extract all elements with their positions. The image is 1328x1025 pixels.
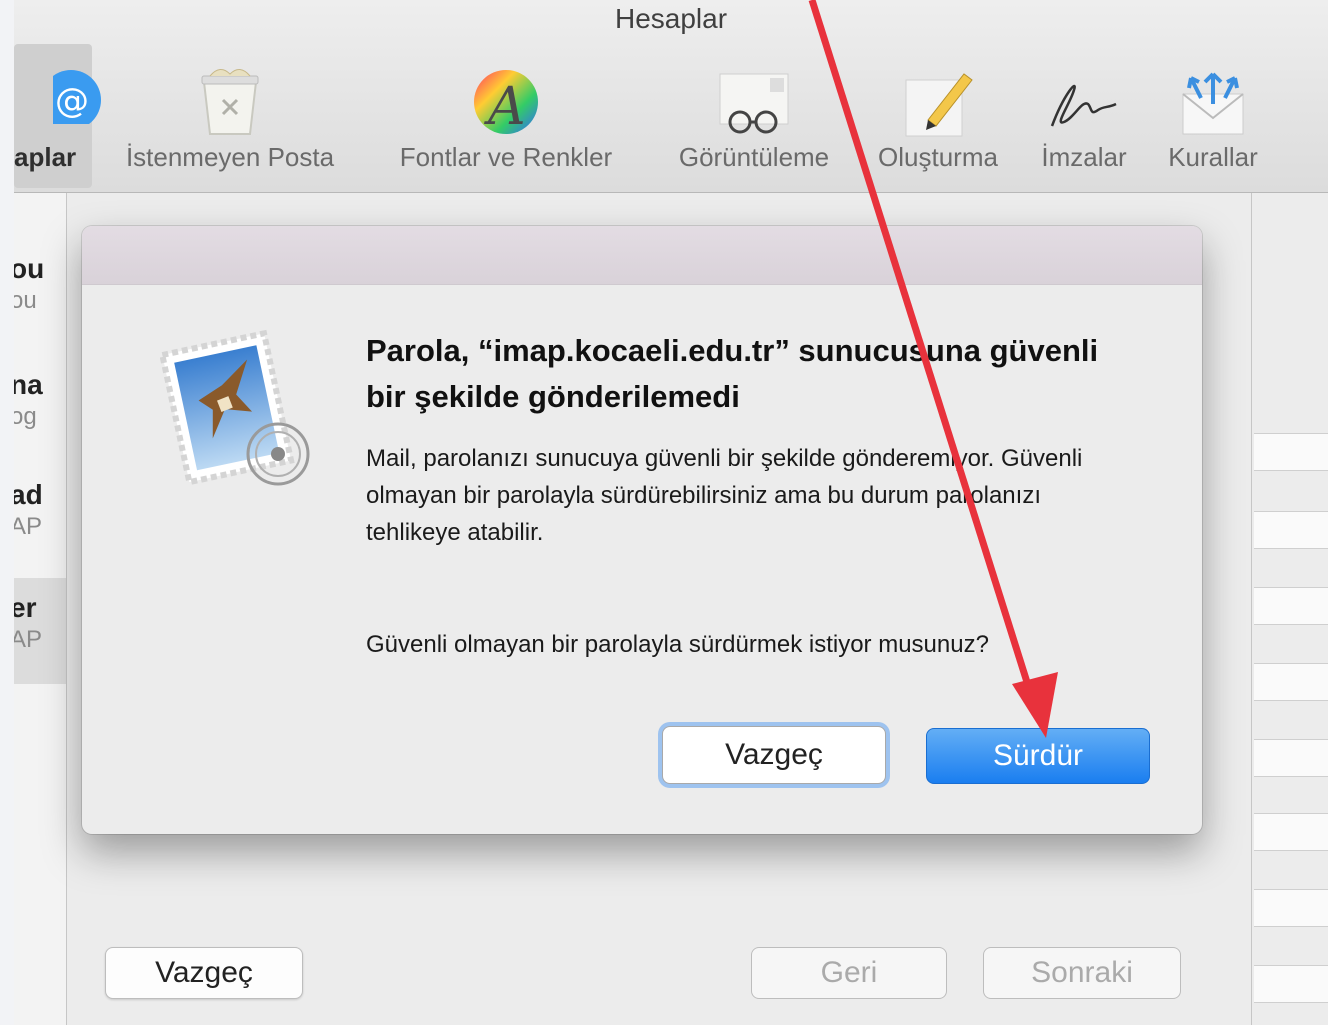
continue-button[interactable]: Sürdür [926, 728, 1150, 784]
fonts-colors-icon: A [466, 64, 546, 140]
svg-text:@: @ [55, 81, 89, 121]
account-name: er [14, 592, 37, 623]
next-button[interactable]: Sonraki [983, 947, 1181, 999]
toolbar-fonts-colors-tab[interactable]: A Fontlar ve Renkler [370, 44, 642, 188]
detail-field[interactable] [1254, 433, 1328, 471]
account-name: ou [14, 253, 45, 284]
toolbar-viewing-tab[interactable]: Görüntüleme [654, 44, 854, 188]
rules-envelope-icon [1173, 64, 1253, 140]
account-name: ad [14, 479, 43, 510]
toolbar-label: aplar [14, 142, 77, 172]
toolbar-junk-mail-tab[interactable]: İstenmeyen Posta [102, 44, 358, 188]
preferences-toolbar: Hesaplar @ aplar İstenmeyen Posta A Font… [14, 0, 1328, 193]
detail-field[interactable] [1254, 587, 1328, 625]
sheet-cancel-button[interactable]: Vazgeç [105, 947, 303, 999]
signature-icon [1044, 64, 1124, 140]
toolbar-composing-tab[interactable]: Oluşturma [860, 44, 1016, 188]
account-type: og [14, 403, 37, 430]
alert-question: Güvenli olmayan bir parolayla sürdürmek … [366, 631, 989, 658]
alert-cancel-button[interactable]: Vazgeç [662, 726, 886, 784]
detail-field[interactable] [1254, 663, 1328, 701]
account-name: na [14, 369, 43, 400]
window-title: Hesaplar [614, 3, 728, 34]
detail-field[interactable] [1254, 889, 1328, 927]
toolbar-label: Görüntüleme [678, 142, 830, 172]
back-button[interactable]: Geri [751, 947, 947, 999]
account-details-pane [1254, 193, 1328, 1025]
junk-trash-icon [190, 64, 270, 140]
account-type: AP [14, 626, 43, 653]
toolbar-label: Fontlar ve Renkler [399, 142, 613, 172]
desktop-edge [0, 0, 14, 1025]
svg-text:A: A [484, 77, 526, 137]
detail-field[interactable] [1254, 739, 1328, 777]
toolbar-label: Oluşturma [878, 142, 998, 172]
account-type: ou [14, 287, 37, 314]
alert-title-bar [82, 226, 1202, 285]
toolbar-label: İmzalar [1041, 142, 1127, 172]
insecure-password-alert: Parola, “imap.kocaeli.edu.tr” sunucusuna… [82, 226, 1202, 834]
alert-heading: Parola, “imap.kocaeli.edu.tr” sunucusuna… [366, 333, 1099, 414]
viewing-glasses-icon [714, 64, 794, 140]
alert-message: Mail, parolanızı sunucuya güvenli bir şe… [366, 445, 1083, 546]
toolbar-rules-tab[interactable]: Kurallar [1150, 44, 1276, 188]
account-type: AP [14, 513, 43, 540]
toolbar-accounts-tab[interactable]: @ aplar [14, 44, 101, 188]
mail-stamp-icon [158, 324, 320, 494]
toolbar-label: Kurallar [1168, 142, 1258, 172]
detail-field[interactable] [1254, 511, 1328, 549]
toolbar-signatures-tab[interactable]: İmzalar [1022, 44, 1146, 188]
detail-field[interactable] [1254, 813, 1328, 851]
toolbar-label: İstenmeyen Posta [125, 142, 335, 172]
compose-pencil-icon [898, 64, 978, 140]
detail-field[interactable] [1254, 965, 1328, 1003]
